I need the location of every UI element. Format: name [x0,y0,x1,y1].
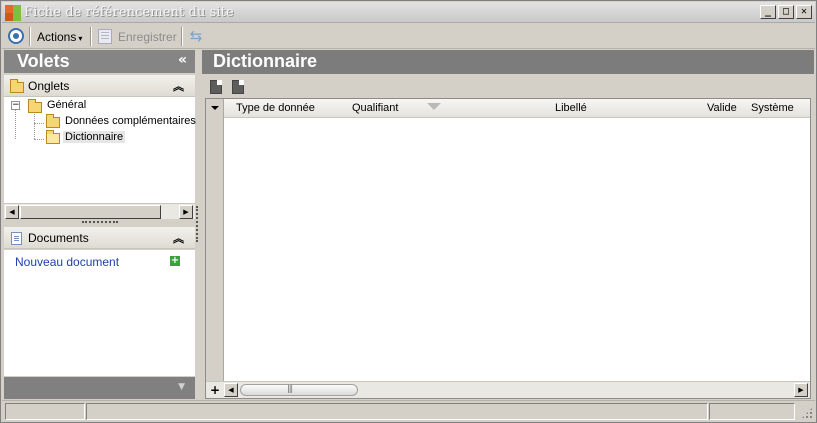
open-folder-icon [46,130,60,144]
splitter-grip[interactable] [82,221,118,224]
tabs-tree: − Général Données complémentaires Dictio… [4,97,196,204]
app-logo-icon [5,5,21,21]
save-button[interactable]: Enregistrer [118,30,177,44]
folder-icon [10,79,24,93]
status-cell [86,403,708,420]
grid-header: Type de donnée Qualifiant Libellé Valide… [224,99,810,118]
row-header-column [206,99,224,398]
save-icon [98,29,112,44]
tree-horizontal-scrollbar[interactable]: ◀ ▶ [4,203,195,219]
documents-section-header[interactable]: Documents ︽ [4,227,195,249]
column-header-libelle[interactable]: Libellé [555,102,587,114]
scroll-left-icon[interactable]: ◀ [224,383,238,397]
app-window: Fiche de référencement du site _ □ ✕ Act… [0,0,817,423]
scroll-left-icon[interactable]: ◀ [5,205,19,219]
tree-node-dictionnaire[interactable]: Dictionnaire [63,131,126,143]
actions-label: Actions [37,30,77,44]
scroll-right-icon[interactable]: ▶ [179,205,193,219]
collapse-section-icon[interactable]: ︽ [173,230,184,246]
new-record-icon[interactable] [210,80,222,94]
documents-label: Documents [28,231,89,245]
page-title: Dictionnaire [213,51,318,71]
left-panel: Volets « Onglets ︽ − Général Données com… [4,50,196,399]
tree-line [34,109,35,139]
tree-node-donnees-complementaires[interactable]: Données complémentaires [65,115,196,127]
column-header-qualifiant[interactable]: Qualifiant [352,102,398,114]
new-document-link[interactable]: Nouveau document [15,255,119,269]
scroll-thumb[interactable] [20,205,161,219]
toolbar-separator [90,27,92,46]
status-bar [2,400,815,421]
chevron-down-icon: ▾ [78,34,83,43]
left-panel-footer: ▼ [4,377,195,399]
onglets-label: Onglets [28,79,70,93]
tree-line [34,139,44,140]
document-icon [11,232,22,245]
tree-node-general[interactable]: Général [47,99,86,111]
minimize-button[interactable]: _ [760,5,776,19]
maximize-button[interactable]: □ [778,5,794,19]
chevron-down-icon[interactable]: ▼ [178,382,185,392]
scroll-right-icon[interactable]: ▶ [794,383,808,397]
refresh-icon[interactable]: ⇆ [188,28,204,44]
column-header-type[interactable]: Type de donnée [236,102,315,114]
status-cell [5,403,85,420]
toolbar: Actions ▾ Enregistrer ⇆ [2,24,815,49]
folder-icon [46,114,60,128]
sort-indicator-icon [427,103,441,110]
column-header-valide[interactable]: Valide [707,102,737,114]
title-bar[interactable]: Fiche de référencement du site _ □ ✕ [2,2,815,23]
collapse-panel-icon[interactable]: « [178,52,187,68]
vertical-splitter-grip[interactable] [196,206,199,242]
column-header-systeme[interactable]: Système [751,102,794,114]
add-row-button[interactable]: + [210,383,220,397]
folder-icon [28,99,42,113]
add-document-icon[interactable]: + [170,256,180,266]
main-panel-header: Dictionnaire [202,50,814,74]
navigation-icon[interactable] [8,28,24,44]
toolbar-separator [29,27,31,46]
grid-footer: + ◀ ▶ [206,381,810,398]
tree-line [34,123,44,124]
tree-expander[interactable]: − [11,101,20,110]
data-grid: Type de donnée Qualifiant Libellé Valide… [205,98,811,399]
onglets-section-header[interactable]: Onglets ︽ [4,75,195,97]
grid-scroll-thumb[interactable] [240,384,358,396]
main-panel: Dictionnaire Type de donnée Qualifiant L… [202,50,814,399]
status-cell [709,403,795,420]
resize-grip-icon[interactable] [801,407,813,419]
collapse-section-icon[interactable]: ︽ [173,78,184,94]
actions-menu-button[interactable]: Actions ▾ [37,30,82,44]
left-panel-header: Volets « [4,50,195,73]
grid-toolbar [202,75,814,97]
window-title: Fiche de référencement du site [24,5,234,20]
documents-list: Nouveau document + [4,250,195,376]
close-button[interactable]: ✕ [796,5,812,19]
column-chooser-icon[interactable] [211,106,219,110]
edit-record-icon[interactable] [232,80,244,94]
left-panel-title: Volets [17,51,70,71]
tree-line [15,109,16,139]
toolbar-separator [181,27,183,46]
